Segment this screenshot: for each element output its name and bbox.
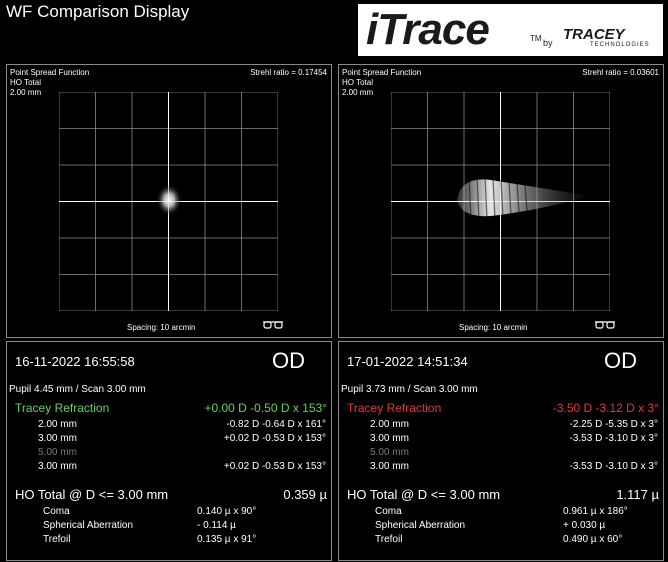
psf-diameter: 2.00 mm bbox=[10, 88, 42, 97]
aberration-value: + 0.030 µ bbox=[563, 520, 606, 531]
aberration-value: 0.135 µ x 91° bbox=[197, 534, 257, 545]
glasses-icon[interactable] bbox=[262, 319, 284, 331]
aberration-label: Spherical Aberration bbox=[375, 520, 466, 531]
psf-title: Point Spread Function bbox=[10, 68, 90, 77]
aberration-value: - 0.114 µ bbox=[197, 520, 236, 531]
ho-total-title: HO Total @ D <= 3.00 mm bbox=[347, 487, 501, 502]
aberration-label: Spherical Aberration bbox=[43, 520, 134, 531]
aberration-label: Coma bbox=[43, 506, 70, 517]
grid-spacing: Spacing: 10 arcmin bbox=[127, 323, 196, 332]
exam-panel-left[interactable]: 16-11-2022 16:55:58 OD Pupil 4.45 mm / S… bbox=[6, 341, 332, 561]
psf-panel-left[interactable]: Point Spread Function HO Total 2.00 mm S… bbox=[6, 64, 332, 338]
grid-spacing: Spacing: 10 arcmin bbox=[459, 323, 528, 332]
psf-spot bbox=[156, 184, 182, 216]
aberration-label: Trefoil bbox=[43, 534, 71, 545]
ho-total-title: HO Total @ D <= 3.00 mm bbox=[15, 487, 169, 502]
aberration-value: 0.490 µ x 60° bbox=[563, 534, 623, 545]
psf-title: Point Spread Function bbox=[342, 68, 422, 77]
glasses-icon[interactable] bbox=[594, 319, 616, 331]
refraction-title: Tracey Refraction bbox=[347, 401, 442, 415]
psf-type: HO Total bbox=[10, 78, 41, 87]
pupil-scan: Pupil 4.45 mm / Scan 3.00 mm bbox=[9, 384, 146, 395]
strehl-ratio: Strehl ratio = 0.03601 bbox=[582, 68, 659, 77]
aberration-value: 0.140 µ x 90° bbox=[197, 506, 257, 517]
refraction-title: Tracey Refraction bbox=[15, 401, 110, 415]
eye-label: OD bbox=[604, 348, 637, 373]
itrace-logo: iTrace TM by TRACEY TECHNOLOGIES bbox=[358, 4, 663, 56]
psf-type: HO Total bbox=[342, 78, 373, 87]
aberration-label: Coma bbox=[375, 506, 402, 517]
exam-panel-right[interactable]: 17-01-2022 14:51:34 OD Pupil 3.73 mm / S… bbox=[338, 341, 664, 561]
psf-grid bbox=[391, 92, 610, 311]
exam-datetime: 17-01-2022 14:51:34 bbox=[347, 354, 468, 369]
strehl-ratio: Strehl ratio = 0.17454 bbox=[250, 68, 327, 77]
psf-grid bbox=[59, 92, 278, 311]
refraction-value: +0.00 D -0.50 D x 153° bbox=[204, 401, 327, 415]
ho-total-value: 1.117 µ bbox=[616, 487, 659, 502]
eye-label: OD bbox=[272, 348, 305, 373]
aberration-value: 0.961 µ x 186° bbox=[563, 506, 628, 517]
refraction-value: -3.50 D -3.12 D x 3° bbox=[552, 401, 659, 415]
aberration-label: Trefoil bbox=[375, 534, 403, 545]
psf-panel-right[interactable]: Point Spread Function HO Total 2.00 mm S… bbox=[338, 64, 664, 338]
exam-datetime: 16-11-2022 16:55:58 bbox=[15, 354, 135, 369]
ho-total-value: 0.359 µ bbox=[283, 487, 327, 502]
window-title: WF Comparison Display bbox=[6, 2, 190, 21]
psf-diameter: 2.00 mm bbox=[342, 88, 374, 97]
pupil-scan: Pupil 3.73 mm / Scan 3.00 mm bbox=[341, 384, 478, 395]
